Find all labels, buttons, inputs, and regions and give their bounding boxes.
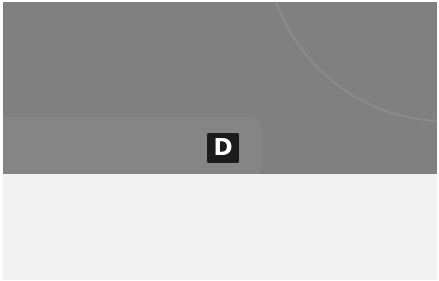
keyboard-shortcut-badge: D (207, 133, 239, 163)
dimmed-overlay: D (3, 2, 437, 174)
decorative-arc (265, 2, 437, 122)
bottom-panel (3, 174, 437, 280)
app-window: D (3, 2, 437, 280)
